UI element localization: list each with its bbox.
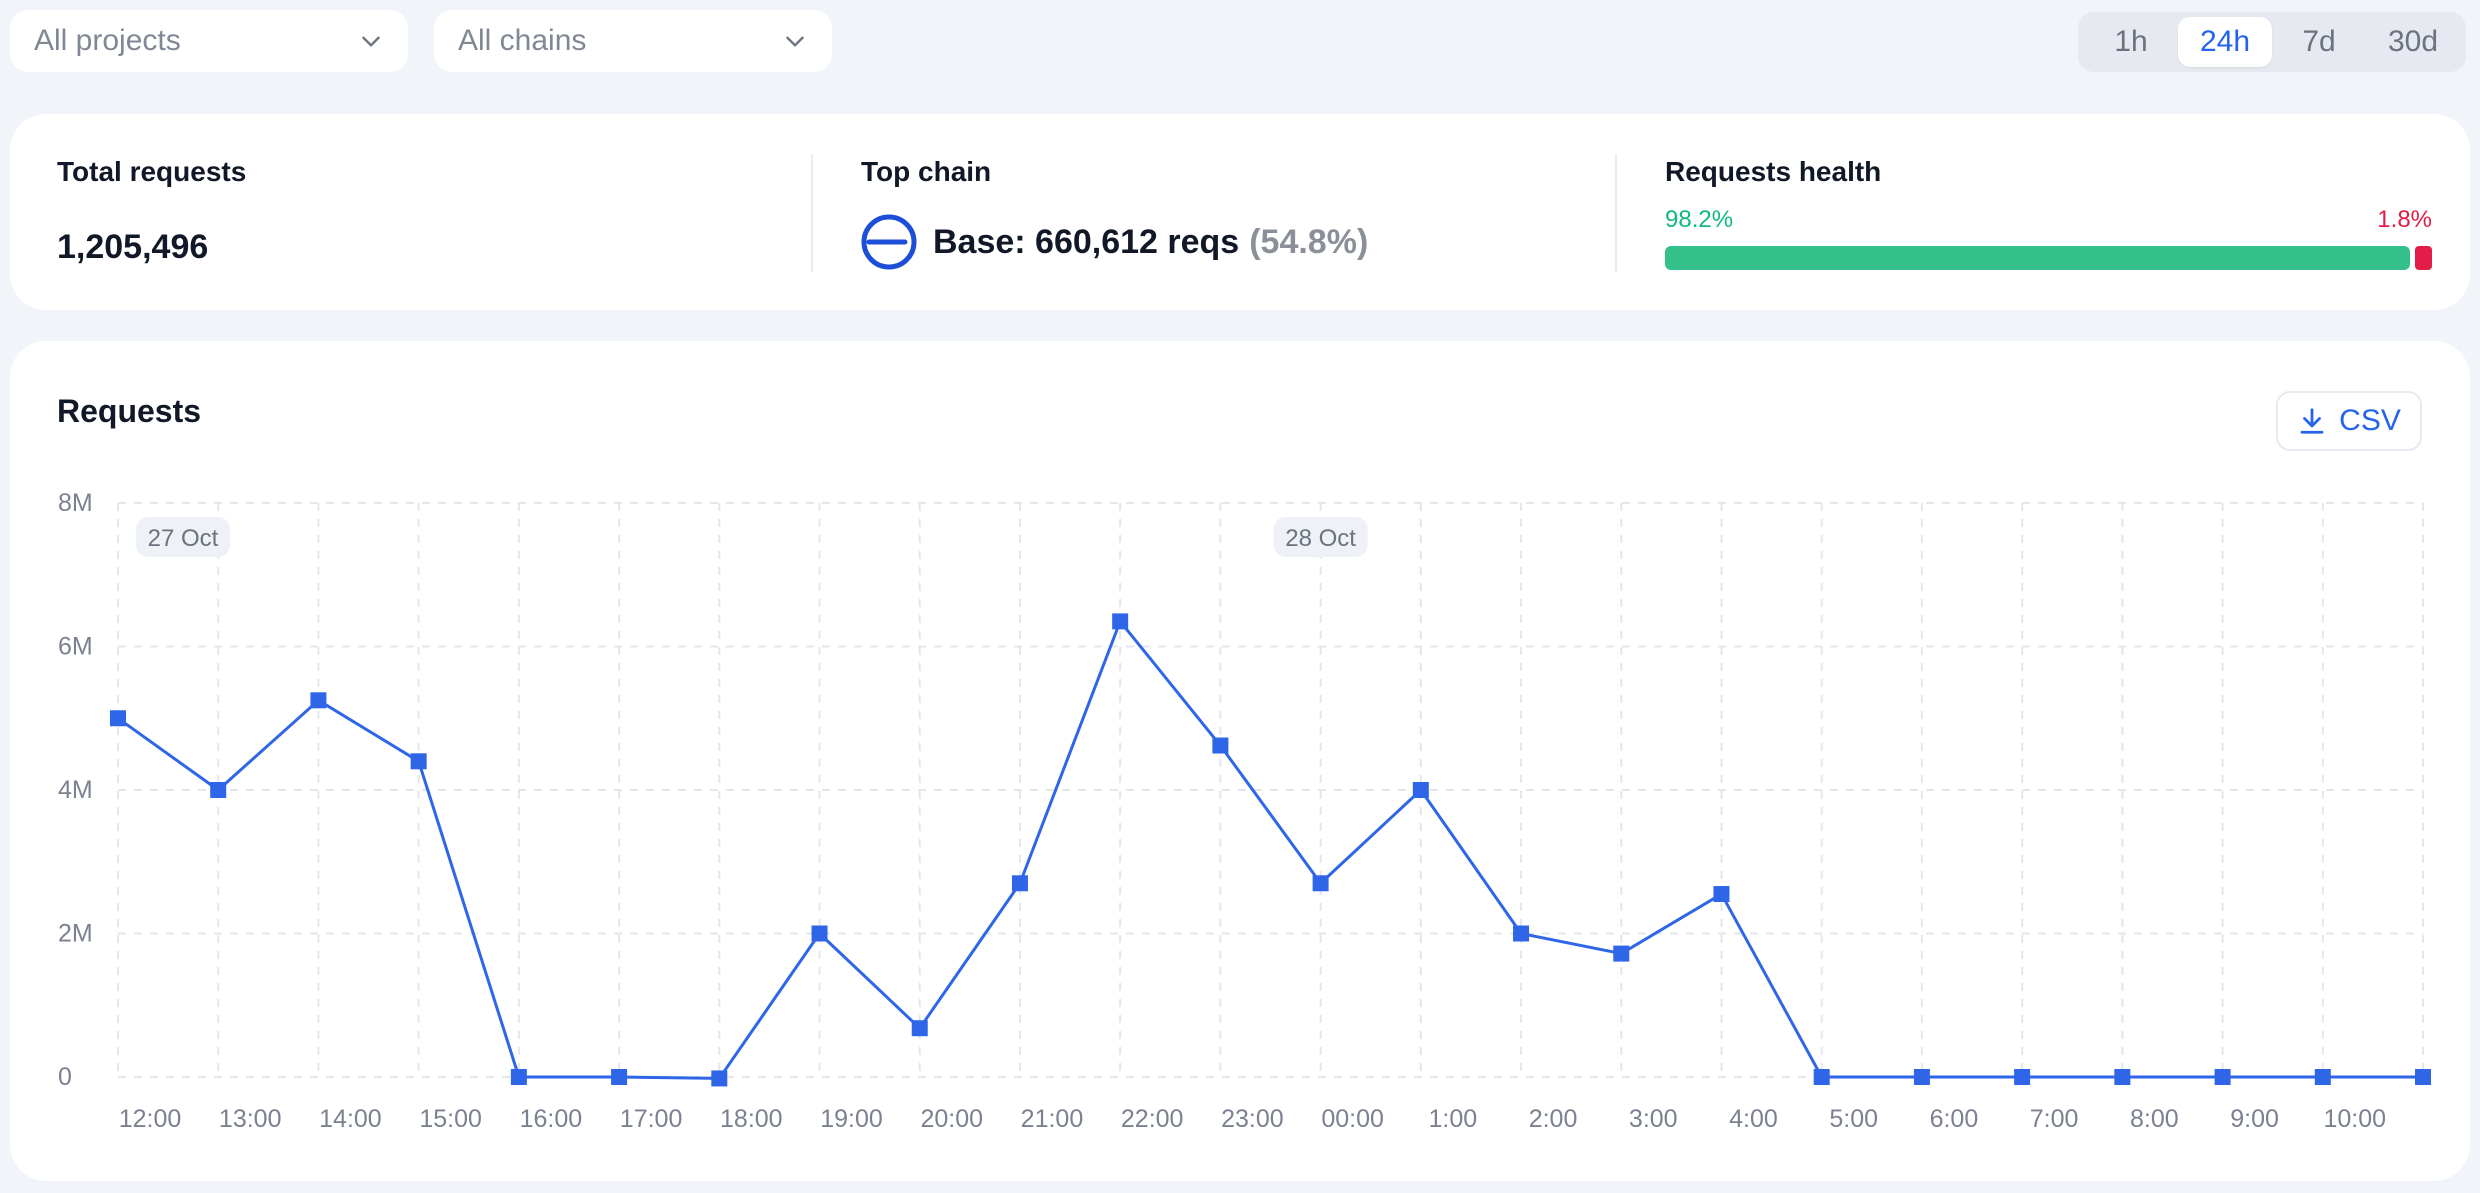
- base-chain-icon: [861, 214, 917, 270]
- data-point: [2214, 1069, 2231, 1085]
- top-chain-text: Base: 660,612 reqs: [933, 222, 1240, 261]
- x-tick-label: 16:00: [520, 1105, 583, 1133]
- stats-card: Total requests 1,205,496 Top chain Base:…: [10, 114, 2470, 310]
- data-point: [1913, 1069, 1930, 1085]
- data-point: [1212, 737, 1229, 754]
- time-range-1h[interactable]: 1h: [2084, 17, 2178, 67]
- requests-health-stat: Requests health 98.2% 1.8%: [1665, 114, 2432, 310]
- x-tick-label: 00:00: [1321, 1105, 1384, 1133]
- requests-line-chart: 0 2M 4M 6M 8M 12:00 13:00 14:00 15:00 16:00 17:00 1…: [58, 489, 2431, 1133]
- x-tick-label: 21:00: [1021, 1105, 1084, 1133]
- health-bar-success: [1665, 246, 2410, 270]
- y-tick-label: 6M: [58, 633, 93, 661]
- x-tick-label: 19:00: [820, 1105, 883, 1133]
- stats-divider: [1615, 154, 1617, 272]
- x-tick-label: 3:00: [1629, 1105, 1678, 1133]
- data-point: [1713, 886, 1730, 903]
- data-point: [1613, 945, 1630, 962]
- health-error-percent: 1.8%: [2377, 206, 2432, 233]
- data-point: [410, 753, 427, 770]
- x-tick-label: 2:00: [1529, 1105, 1578, 1133]
- requests-health-label: Requests health: [1665, 156, 1882, 187]
- data-point: [911, 1020, 928, 1037]
- x-tick-label: 5:00: [1829, 1105, 1878, 1133]
- date-badge-label: 28 Oct: [1285, 525, 1356, 552]
- x-tick-label: 9:00: [2230, 1105, 2279, 1133]
- top-chain-row: Base: 660,612 reqs (54.8%): [861, 214, 1368, 270]
- x-tick-label: 23:00: [1221, 1105, 1284, 1133]
- data-point: [2314, 1069, 2331, 1085]
- chains-select[interactable]: All chains: [434, 10, 832, 72]
- time-range-selector: 1h 24h 7d 30d: [2078, 12, 2466, 72]
- data-point: [2415, 1069, 2431, 1085]
- chevron-down-icon: [786, 36, 804, 47]
- data-point: [1813, 1069, 1830, 1085]
- health-success-percent: 98.2%: [1665, 206, 1734, 233]
- x-tick-label: 1:00: [1428, 1105, 1477, 1133]
- data-point: [110, 710, 126, 727]
- y-tick-label: 0: [58, 1063, 72, 1091]
- data-point: [2114, 1069, 2131, 1085]
- x-tick-label: 8:00: [2130, 1105, 2179, 1133]
- date-badge-label: 27 Oct: [148, 525, 219, 552]
- requests-chart-card: Requests CSV 0 2M 4M 6M 8M 12:00 13:00 14:00 15:…: [10, 341, 2470, 1181]
- x-tick-label: 7:00: [2030, 1105, 2079, 1133]
- health-bar: [1665, 246, 2432, 270]
- y-tick-label: 2M: [58, 920, 93, 948]
- data-point: [811, 925, 828, 942]
- data-point: [1513, 925, 1530, 942]
- data-point: [2014, 1069, 2031, 1085]
- x-tick-label: 6:00: [1930, 1105, 1979, 1133]
- x-tick-label: 12:00: [119, 1105, 182, 1133]
- data-point: [210, 782, 227, 798]
- data-point: [611, 1069, 628, 1085]
- y-tick-label: 4M: [58, 776, 93, 804]
- time-range-24h[interactable]: 24h: [2178, 17, 2272, 67]
- data-point: [510, 1069, 527, 1085]
- data-point: [1011, 875, 1028, 892]
- x-tick-label: 4:00: [1729, 1105, 1778, 1133]
- x-tick-label: 18:00: [720, 1105, 783, 1133]
- x-tick-label: 10:00: [2324, 1105, 2387, 1133]
- data-point: [1112, 613, 1129, 630]
- total-requests-value: 1,205,496: [57, 228, 209, 266]
- data-point: [711, 1070, 728, 1087]
- y-tick-label: 8M: [58, 489, 93, 517]
- time-range-30d[interactable]: 30d: [2366, 17, 2460, 67]
- data-point: [1312, 875, 1329, 892]
- chains-select-value: All chains: [458, 24, 587, 57]
- health-bar-error: [2415, 246, 2432, 270]
- data-point: [1412, 782, 1429, 798]
- chevron-down-icon: [362, 36, 380, 47]
- time-range-7d[interactable]: 7d: [2272, 17, 2366, 67]
- x-tick-label: 20:00: [920, 1105, 983, 1133]
- top-chain-percent: (54.8%): [1249, 222, 1369, 261]
- x-tick-label: 22:00: [1121, 1105, 1184, 1133]
- total-requests-label: Total requests: [57, 156, 247, 187]
- projects-select-value: All projects: [34, 24, 181, 57]
- x-tick-label: 13:00: [219, 1105, 282, 1133]
- x-tick-label: 14:00: [319, 1105, 382, 1133]
- x-tick-label: 15:00: [419, 1105, 482, 1133]
- stats-divider: [811, 154, 813, 272]
- projects-select[interactable]: All projects: [10, 10, 408, 72]
- data-point: [310, 692, 327, 709]
- top-chain-label: Top chain: [861, 156, 992, 187]
- requests-series-line: [117, 619, 2423, 1080]
- x-tick-label: 17:00: [620, 1105, 683, 1133]
